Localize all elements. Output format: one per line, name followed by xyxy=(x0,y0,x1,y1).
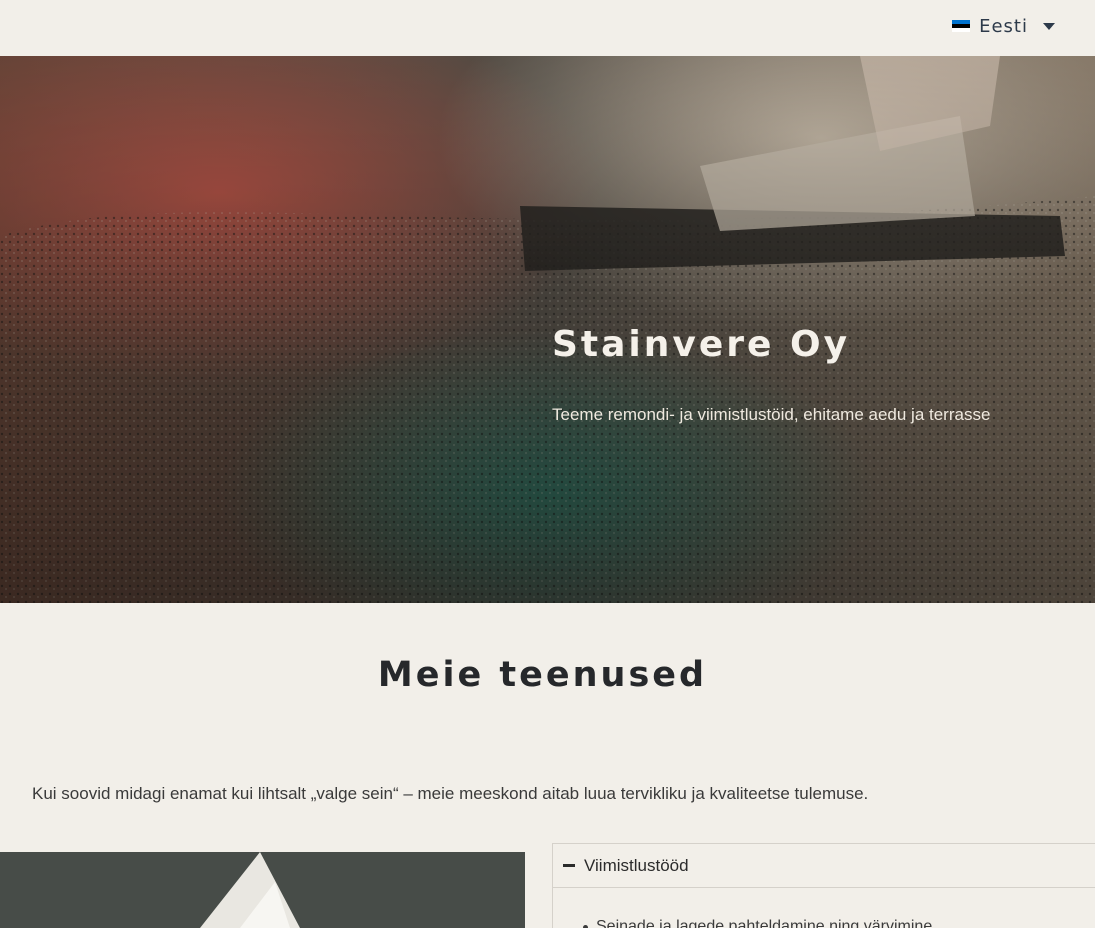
list-item: Seinade ja lagede pahteldamine ning värv… xyxy=(596,918,933,928)
language-switcher[interactable]: Eesti xyxy=(952,14,1055,38)
accordion-header-viimistlustood[interactable]: Viimistlustööd xyxy=(553,844,1095,888)
hero-subtitle: Teeme remondi- ja viimistlustöid, ehitam… xyxy=(552,405,991,424)
language-label: Eesti xyxy=(979,15,1028,37)
caret-down-icon xyxy=(1043,22,1055,30)
wall-painting-image xyxy=(0,852,525,928)
hero-background-image xyxy=(0,56,1095,603)
services-title: Meie teenused xyxy=(377,655,708,695)
accordion-content: Seinade ja lagede pahteldamine ning värv… xyxy=(553,888,1095,928)
accordion-title: Viimistlustööd xyxy=(584,855,689,875)
estonia-flag-icon xyxy=(952,20,971,32)
minus-icon xyxy=(563,864,575,867)
site-header: Eesti xyxy=(0,0,1095,56)
bullet-icon xyxy=(583,924,588,928)
hero-title: Stainvere Oy xyxy=(552,324,851,365)
service-photo xyxy=(0,852,525,928)
services-accordion: Viimistlustööd Seinade ja lagede pahteld… xyxy=(552,843,1095,928)
services-intro: Kui soovid midagi enamat kui lihtsalt „v… xyxy=(32,784,869,803)
hero-banner: Stainvere Oy Teeme remondi- ja viimistlu… xyxy=(0,56,1095,603)
